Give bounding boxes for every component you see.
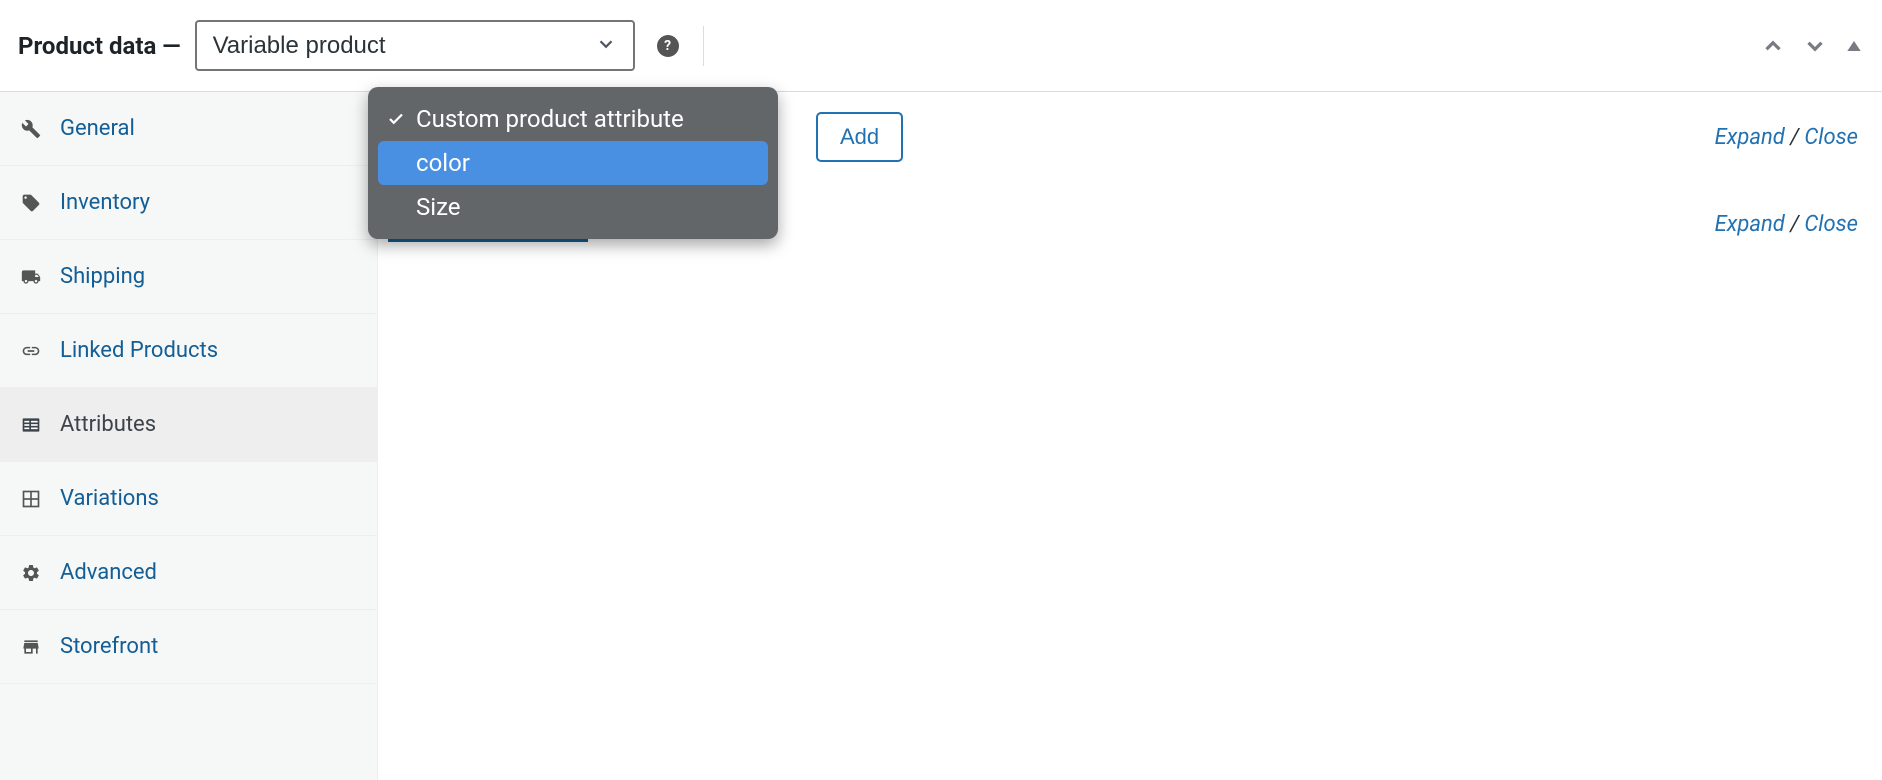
expand-link[interactable]: Expand (1715, 125, 1785, 150)
sidebar: General Inventory Shipping Linked Produc… (0, 92, 378, 780)
sidebar-label: Variations (60, 486, 159, 511)
grid-icon (20, 489, 42, 509)
option-label: Size (416, 193, 461, 221)
sidebar-label: Shipping (60, 264, 145, 289)
sidebar-label: Advanced (60, 560, 157, 585)
panel-body: General Inventory Shipping Linked Produc… (0, 92, 1882, 780)
list-icon (20, 415, 42, 435)
divider (703, 26, 704, 66)
link-icon (20, 341, 42, 361)
sidebar-label: General (60, 116, 135, 141)
sidebar-item-attributes[interactable]: Attributes (0, 388, 377, 462)
close-link[interactable]: Close (1804, 212, 1858, 237)
chevron-up-icon[interactable] (1760, 33, 1786, 59)
help-icon[interactable]: ? (657, 35, 679, 57)
wrench-icon (20, 119, 42, 139)
attribute-toolbar: Custom product attribute color Size Add … (378, 92, 1882, 182)
tag-icon (20, 193, 42, 213)
expand-close-2: Expand / Close (1715, 212, 1858, 237)
option-label: Custom product attribute (416, 105, 684, 133)
add-attribute-button[interactable]: Add (816, 112, 903, 162)
dropdown-option-custom[interactable]: Custom product attribute (378, 97, 768, 141)
truck-icon (20, 267, 42, 287)
close-link[interactable]: Close (1804, 125, 1858, 150)
dropdown-option-color[interactable]: color (378, 141, 768, 185)
sidebar-item-shipping[interactable]: Shipping (0, 240, 377, 314)
check-icon (386, 110, 406, 128)
sidebar-item-variations[interactable]: Variations (0, 462, 377, 536)
panel-title: Product data — (18, 32, 181, 60)
sidebar-label: Inventory (60, 190, 150, 215)
dropdown-option-size[interactable]: Size (378, 185, 768, 229)
gear-icon (20, 563, 42, 583)
chevron-down-icon[interactable] (1802, 33, 1828, 59)
sidebar-item-inventory[interactable]: Inventory (0, 166, 377, 240)
sidebar-label: Attributes (60, 412, 156, 437)
sidebar-item-advanced[interactable]: Advanced (0, 536, 377, 610)
sidebar-item-general[interactable]: General (0, 92, 377, 166)
separator: / (1785, 212, 1805, 237)
expand-link[interactable]: Expand (1715, 212, 1785, 237)
sidebar-item-storefront[interactable]: Storefront (0, 610, 377, 684)
attribute-dropdown-popup: Custom product attribute color Size (368, 87, 778, 239)
sidebar-label: Linked Products (60, 338, 218, 363)
product-type-select-wrapper: Variable product (195, 20, 635, 71)
sidebar-item-linked-products[interactable]: Linked Products (0, 314, 377, 388)
separator: / (1785, 125, 1805, 150)
product-type-select[interactable]: Variable product (195, 20, 635, 71)
product-data-header: Product data — Variable product ? (0, 0, 1882, 92)
store-icon (20, 637, 42, 657)
header-actions (1760, 33, 1864, 59)
option-label: color (416, 149, 470, 177)
content-area: Custom product attribute color Size Add … (378, 92, 1882, 780)
expand-close-1: Expand / Close (1715, 125, 1858, 150)
sidebar-label: Storefront (60, 634, 158, 659)
triangle-up-icon[interactable] (1844, 36, 1864, 56)
